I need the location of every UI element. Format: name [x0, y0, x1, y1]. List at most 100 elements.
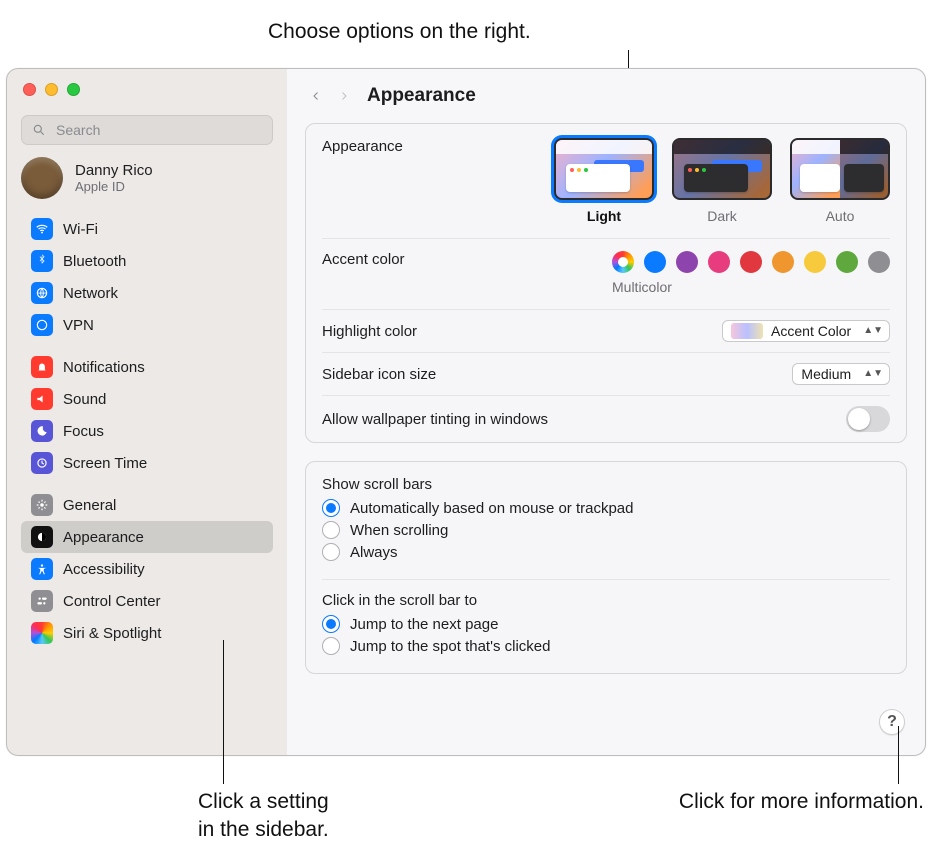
mode-caption: Auto [790, 208, 890, 224]
zoom-window-button[interactable] [67, 83, 80, 96]
bluetooth-icon [31, 250, 53, 272]
sidebar-icon-size-select[interactable]: Medium ▲▼ [792, 363, 890, 385]
user-subtitle: Apple ID [75, 179, 153, 194]
accent-green[interactable] [836, 251, 858, 273]
scroll-option-auto[interactable]: Automatically based on mouse or trackpad [322, 499, 890, 517]
nav-forward-button[interactable] [333, 85, 355, 107]
search-input[interactable] [54, 121, 262, 139]
accent-multicolor[interactable] [612, 251, 634, 273]
sidebar-item-wifi[interactable]: Wi-Fi [21, 213, 273, 245]
accent-purple[interactable] [676, 251, 698, 273]
user-name: Danny Rico [75, 162, 153, 179]
accent-color-label: Accent color [322, 251, 405, 268]
callout-sidebar-line2: in the sidebar. [198, 818, 329, 841]
sidebar-item-screen-time[interactable]: Screen Time [21, 447, 273, 479]
accent-orange[interactable] [772, 251, 794, 273]
nav-back-button[interactable] [305, 85, 327, 107]
callout-help: Click for more information. [679, 790, 924, 813]
click-scroll-heading: Click in the scroll bar to [322, 592, 890, 609]
wallpaper-tint-toggle[interactable] [846, 406, 890, 432]
bell-icon [31, 356, 53, 378]
radio-label: When scrolling [350, 522, 448, 539]
appearance-mode-dark[interactable]: Dark [672, 138, 772, 224]
help-button[interactable]: ? [879, 709, 905, 735]
sidebar-item-network[interactable]: Network [21, 277, 273, 309]
appearance-card: Appearance Light Dark [305, 123, 907, 443]
radio-label: Automatically based on mouse or trackpad [350, 500, 633, 517]
sidebar-item-notifications[interactable]: Notifications [21, 351, 273, 383]
sidebar-item-sound[interactable]: Sound [21, 383, 273, 415]
screen-time-icon [31, 452, 53, 474]
callout-top: Choose options on the right. [268, 20, 531, 43]
highlight-color-label: Highlight color [322, 323, 417, 340]
sidebar-item-label: General [63, 497, 116, 514]
vpn-icon [31, 314, 53, 336]
search-field[interactable] [21, 115, 273, 145]
minimize-window-button[interactable] [45, 83, 58, 96]
radio-button[interactable] [322, 615, 340, 633]
sidebar-icon-size-label: Sidebar icon size [322, 366, 436, 383]
accent-yellow[interactable] [804, 251, 826, 273]
accent-color-swatches [612, 251, 890, 273]
sidebar-item-label: Appearance [63, 529, 144, 546]
accent-red[interactable] [740, 251, 762, 273]
radio-button[interactable] [322, 543, 340, 561]
appearance-icon [31, 526, 53, 548]
apple-id-row[interactable]: Danny Rico Apple ID [21, 157, 273, 199]
sidebar-item-control-center[interactable]: Control Center [21, 585, 273, 617]
sidebar-item-label: Wi-Fi [63, 221, 98, 238]
updown-icon: ▲▼ [863, 371, 883, 377]
highlight-swatch [731, 323, 763, 339]
radio-label: Jump to the spot that's clicked [350, 638, 550, 655]
radio-button[interactable] [322, 521, 340, 539]
close-window-button[interactable] [23, 83, 36, 96]
radio-button[interactable] [322, 499, 340, 517]
updown-icon: ▲▼ [863, 328, 883, 334]
avatar [21, 157, 63, 199]
click-scroll-next-page[interactable]: Jump to the next page [322, 615, 890, 633]
scroll-option-always[interactable]: Always [322, 543, 890, 561]
sidebar-icon-size-value: Medium [801, 366, 851, 382]
radio-label: Always [350, 544, 398, 561]
radio-button[interactable] [322, 637, 340, 655]
mode-caption: Dark [672, 208, 772, 224]
wifi-icon [31, 218, 53, 240]
scroll-option-when-scrolling[interactable]: When scrolling [322, 521, 890, 539]
callout-sidebar-line1: Click a setting [198, 790, 329, 813]
appearance-mode-light[interactable]: Light [554, 138, 654, 224]
siri-icon [31, 622, 53, 644]
sidebar-item-appearance[interactable]: Appearance [21, 521, 273, 553]
scroll-bars-card: Show scroll bars Automatically based on … [305, 461, 907, 674]
sidebar-item-vpn[interactable]: VPN [21, 309, 273, 341]
sidebar-item-focus[interactable]: Focus [21, 415, 273, 447]
appearance-mode-auto[interactable]: Auto [790, 138, 890, 224]
system-settings-window: Danny Rico Apple ID Wi-Fi Bluetooth Netw… [6, 68, 926, 756]
accent-graphite[interactable] [868, 251, 890, 273]
highlight-color-value: Accent Color [771, 323, 851, 339]
sidebar-item-label: Bluetooth [63, 253, 126, 270]
sidebar-item-label: Notifications [63, 359, 145, 376]
sidebar: Danny Rico Apple ID Wi-Fi Bluetooth Netw… [7, 69, 287, 755]
gear-icon [31, 494, 53, 516]
accent-blue[interactable] [644, 251, 666, 273]
focus-icon [31, 420, 53, 442]
sidebar-item-general[interactable]: General [21, 489, 273, 521]
click-scroll-jump-spot[interactable]: Jump to the spot that's clicked [322, 637, 890, 655]
appearance-label: Appearance [322, 138, 403, 155]
accessibility-icon [31, 558, 53, 580]
sidebar-item-label: Control Center [63, 593, 161, 610]
sidebar-item-accessibility[interactable]: Accessibility [21, 553, 273, 585]
page-title: Appearance [367, 85, 476, 107]
accent-pink[interactable] [708, 251, 730, 273]
network-icon [31, 282, 53, 304]
sound-icon [31, 388, 53, 410]
sidebar-item-siri-spotlight[interactable]: Siri & Spotlight [21, 617, 273, 649]
sidebar-item-label: Accessibility [63, 561, 145, 578]
sidebar-item-bluetooth[interactable]: Bluetooth [21, 245, 273, 277]
radio-label: Jump to the next page [350, 616, 498, 633]
wallpaper-tint-label: Allow wallpaper tinting in windows [322, 411, 548, 428]
content-pane: Appearance Appearance Light Dark [287, 69, 925, 755]
scroll-bars-heading: Show scroll bars [322, 476, 890, 493]
highlight-color-select[interactable]: Accent Color ▲▼ [722, 320, 890, 342]
sidebar-item-label: Siri & Spotlight [63, 625, 161, 642]
